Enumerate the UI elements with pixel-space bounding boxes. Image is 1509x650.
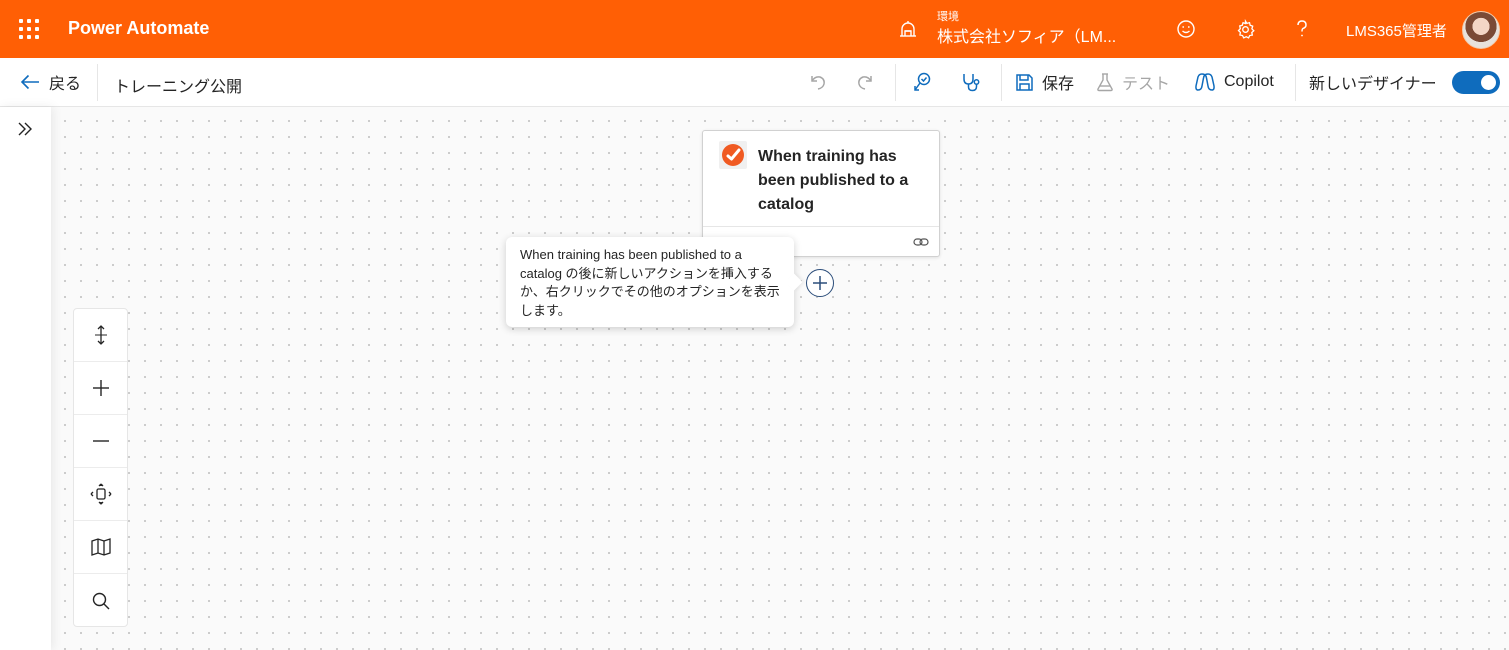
undo-button[interactable] [808,58,828,106]
save-label: 保存 [1042,76,1075,93]
fit-vertical-button[interactable] [74,309,127,362]
back-label: 戻る [49,76,82,93]
smiley-icon[interactable] [1173,16,1199,42]
help-icon[interactable] [1289,16,1315,42]
fit-vertical-icon [94,325,107,345]
divider [895,64,896,101]
add-action-button[interactable] [806,269,834,297]
new-designer-label: 新しいデザイナー [1309,76,1437,93]
insert-action-tooltip: When training has been published to a ca… [506,237,794,327]
canvas-controls [73,308,128,627]
link-icon[interactable] [913,235,929,249]
divider [97,64,98,101]
app-title[interactable]: Power Automate [68,18,209,39]
minimap-button[interactable] [74,521,127,574]
chevron-double-right-icon[interactable] [15,119,35,139]
save-icon [1016,73,1033,91]
redo-button[interactable] [855,58,875,106]
avatar[interactable] [1462,11,1500,49]
copilot-label: Copilot [1224,73,1274,90]
top-header: Power Automate 環境 株式会社ソフィア（LM... LMS365管… [0,0,1509,58]
plus-icon [813,276,827,290]
environment-picker[interactable]: 株式会社ソフィア（LM... [937,23,1116,47]
beaker-icon [1097,73,1113,92]
divider [1295,64,1296,101]
left-rail [0,107,51,650]
environment-label: 環境 [937,11,959,23]
command-bar: 戻る トレーニング公開 保存 テスト Copilot 新しいデザイナー [0,58,1509,107]
fit-view-button[interactable] [74,468,127,521]
minimap-icon [90,538,111,556]
back-button[interactable]: 戻る [19,58,81,106]
flow-checker-icon [914,72,931,91]
redo-icon [858,76,872,90]
zoom-in-button[interactable] [74,362,127,415]
test-button[interactable]: テスト [1096,58,1170,106]
search-button[interactable] [74,574,127,627]
back-arrow-icon [20,74,39,90]
connector-icon [719,141,747,169]
test-checker-button[interactable] [960,58,982,106]
gear-icon[interactable] [1232,16,1258,42]
search-icon [92,592,109,609]
stethoscope-icon [963,74,980,92]
divider [1001,64,1002,101]
copilot-button[interactable]: Copilot [1194,58,1274,106]
app-launcher-icon[interactable] [19,19,39,39]
trigger-title: When training has been published to a ca… [758,148,909,213]
flow-checker-button[interactable] [912,58,934,106]
undo-icon [811,76,825,90]
zoom-out-icon [92,440,109,442]
zoom-out-button[interactable] [74,415,127,468]
test-label: テスト [1122,76,1171,93]
environment-icon[interactable] [897,18,919,40]
copilot-icon [1195,73,1215,91]
fit-view-icon [90,483,111,505]
zoom-in-icon [92,380,109,396]
user-name[interactable]: LMS365管理者 [1346,20,1447,41]
flow-title: トレーニング公開 [114,79,243,96]
new-designer-toggle[interactable] [1452,71,1500,94]
save-button[interactable]: 保存 [1015,58,1074,106]
